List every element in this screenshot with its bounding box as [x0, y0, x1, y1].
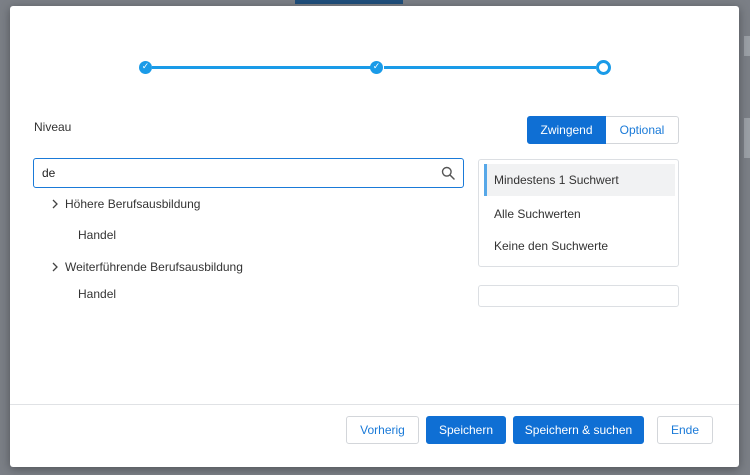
search-input[interactable] [42, 159, 432, 187]
value-input[interactable] [478, 285, 679, 307]
stepper-line-2 [384, 66, 596, 69]
search-icon[interactable] [441, 166, 455, 180]
save-button[interactable]: Speichern [426, 416, 506, 444]
save-and-search-button[interactable]: Speichern & suchen [513, 416, 644, 444]
step-1-complete-icon[interactable]: ✓ [139, 61, 152, 74]
tree-child-handel[interactable]: Handel [78, 228, 116, 242]
toggle-optional-button[interactable]: Optional [606, 116, 679, 144]
background-strip [744, 118, 750, 158]
footer-divider [10, 404, 739, 405]
tree-item-label: Höhere Berufsausbildung [65, 197, 201, 211]
step-3-current-icon[interactable] [596, 60, 611, 75]
background-strip [744, 36, 750, 56]
niveau-label: Niveau [34, 120, 72, 134]
option-keine-den-suchwerte[interactable]: Keine den Suchwerte [484, 230, 675, 262]
end-button[interactable]: Ende [657, 416, 713, 444]
option-alle-suchwerten[interactable]: Alle Suchwerten [484, 198, 675, 230]
tree-child-handel[interactable]: Handel [78, 287, 116, 301]
chevron-right-icon[interactable] [50, 198, 60, 210]
background-tab-indicator [295, 0, 403, 4]
chevron-right-icon[interactable] [50, 261, 60, 273]
toggle-zwingend-button[interactable]: Zwingend [527, 116, 606, 144]
previous-button[interactable]: Vorherig [346, 416, 419, 444]
option-mindestens-1-suchwert[interactable]: Mindestens 1 Suchwert [484, 164, 675, 196]
search-box [33, 158, 464, 188]
match-options-list: Mindestens 1 Suchwert Alle Suchwerten Ke… [478, 159, 679, 267]
stepper-line-1 [152, 66, 371, 69]
tree-item-label: Weiterführende Berufsausbildung [65, 260, 243, 274]
step-2-complete-icon[interactable]: ✓ [370, 61, 383, 74]
edit-criteria-dialog: ✓ ✓ Niveau Zwingend Optional Höhere Beru… [10, 6, 739, 467]
